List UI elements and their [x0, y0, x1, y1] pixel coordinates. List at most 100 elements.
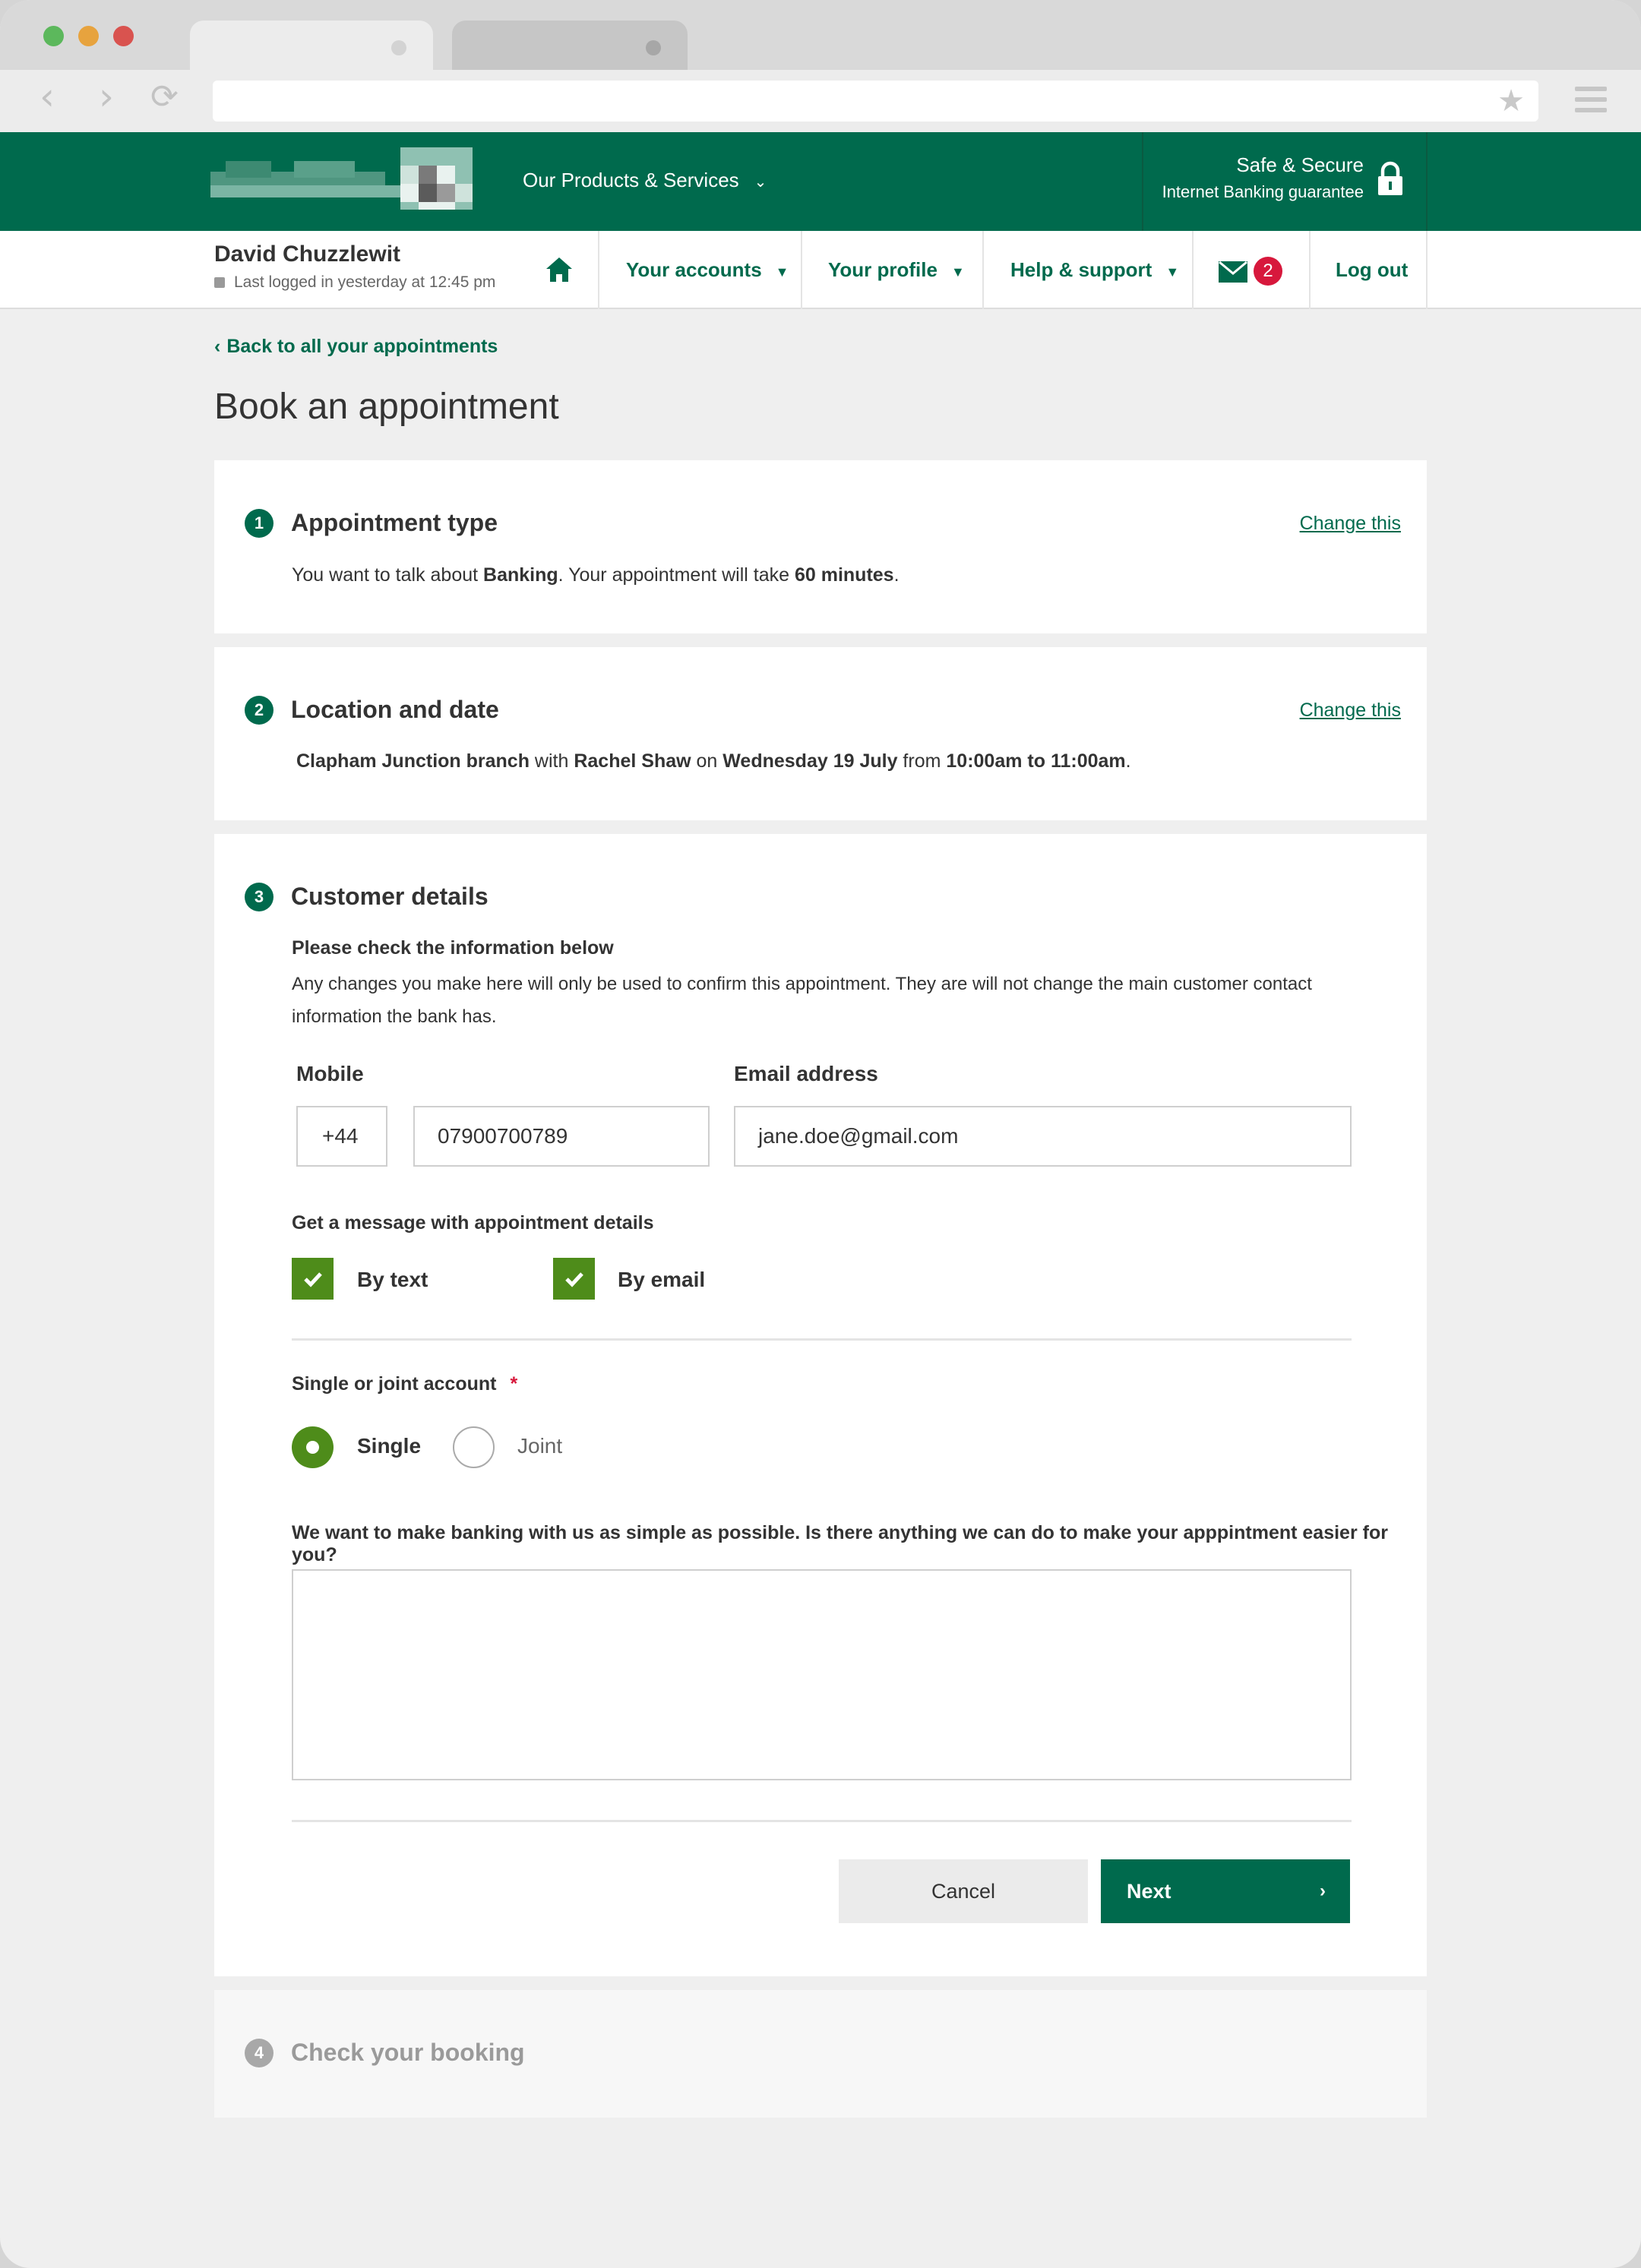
- single-account-radio[interactable]: [292, 1426, 334, 1468]
- user-name: David Chuzzlewit: [214, 242, 401, 267]
- country-code-field[interactable]: +44: [296, 1106, 387, 1167]
- step-number: 3: [245, 883, 274, 911]
- date-value: Wednesday 19 July: [722, 750, 898, 772]
- safe-secure-title: Safe & Secure: [1236, 153, 1364, 176]
- chevron-down-icon: ▼: [950, 264, 965, 280]
- messages-count-badge[interactable]: 2: [1254, 257, 1282, 286]
- chevron-down-icon: ▼: [775, 264, 789, 280]
- nav-divider: [598, 231, 599, 309]
- advisor-value: Rachel Shaw: [574, 750, 691, 772]
- forward-arrow-icon[interactable]: ›: [99, 77, 114, 115]
- step-number: 1: [245, 509, 274, 538]
- back-arrow-icon[interactable]: ‹: [40, 77, 55, 115]
- accessibility-textarea[interactable]: [292, 1569, 1352, 1780]
- required-marker: *: [510, 1373, 518, 1395]
- last-login-info: Last logged in yesterday at 12:45 pm: [214, 273, 495, 292]
- browser-tab-bar: [0, 0, 1641, 70]
- nav-divider: [801, 231, 802, 309]
- address-bar[interactable]: ★: [213, 81, 1538, 122]
- padlock-icon: [1378, 161, 1402, 195]
- step-number: 4: [245, 2039, 274, 2067]
- mail-icon[interactable]: [1219, 261, 1247, 283]
- cancel-button[interactable]: Cancel: [839, 1859, 1088, 1923]
- nav-your-accounts-label: Your accounts: [626, 258, 762, 281]
- step-check-booking: 4 Check your booking: [214, 1990, 1427, 2118]
- safe-secure-link[interactable]: Safe & Secure Internet Banking guarantee: [1142, 132, 1428, 231]
- nav-help-support-label: Help & support: [1010, 258, 1152, 281]
- nav-your-profile-label: Your profile: [828, 258, 937, 281]
- back-link-label: Back to all your appointments: [226, 336, 498, 357]
- products-services-label: Our Products & Services: [523, 169, 739, 191]
- time-value: 10:00am to 11:00am: [946, 750, 1126, 772]
- joint-account-radio[interactable]: [453, 1426, 495, 1468]
- page-title: Book an appointment: [214, 387, 559, 427]
- single-account-label: Single: [357, 1434, 422, 1458]
- chevron-right-icon: ›: [1320, 1881, 1326, 1901]
- nav-your-accounts[interactable]: Your accounts ▼: [626, 258, 789, 282]
- home-icon[interactable]: [545, 256, 574, 283]
- last-login-text: Last logged in yesterday at 12:45 pm: [234, 273, 496, 291]
- next-button-label: Next: [1127, 1880, 1171, 1903]
- browser-tab-inactive[interactable]: [452, 21, 688, 70]
- next-button[interactable]: Next ›: [1101, 1859, 1350, 1923]
- chevron-left-icon: ‹: [214, 336, 221, 357]
- appointment-type-summary: You want to talk about Banking. Your app…: [292, 564, 900, 586]
- site-header: Our Products & Services ⌄ Safe & Secure I…: [0, 132, 1641, 231]
- account-nav-bar: David Chuzzlewit Last logged in yesterda…: [0, 231, 1641, 309]
- check-info-text: Any changes you make here will only be u…: [292, 974, 1312, 1027]
- bookmark-star-icon[interactable]: ★: [1497, 84, 1525, 118]
- window-zoom-dot[interactable]: [78, 26, 99, 46]
- duration-value: 60 minutes: [794, 564, 894, 586]
- by-email-checkbox[interactable]: [553, 1258, 595, 1300]
- browser-window: ‹ › ⟳ ★ Our Products & Services ⌄ Safe &…: [0, 0, 1641, 2268]
- chevron-down-icon: ⌄: [754, 174, 767, 191]
- lock-icon: [214, 277, 225, 288]
- change-appointment-type-link[interactable]: Change this: [1300, 513, 1401, 535]
- email-label: Email address: [734, 1062, 878, 1085]
- email-field[interactable]: jane.doe@gmail.com: [734, 1106, 1352, 1167]
- nav-your-profile[interactable]: Your profile ▼: [828, 258, 965, 282]
- section-divider: [292, 1338, 1352, 1341]
- nav-divider: [1192, 231, 1194, 309]
- safe-secure-subtitle: Internet Banking guarantee: [1162, 182, 1364, 201]
- location-date-summary: Clapham Junction branch with Rachel Shaw…: [296, 750, 1131, 772]
- branch-value: Clapham Junction branch: [296, 750, 530, 772]
- nav-divider: [1426, 231, 1428, 309]
- by-text-checkbox[interactable]: [292, 1258, 334, 1300]
- bank-logo[interactable]: [210, 140, 473, 210]
- step-number: 2: [245, 696, 274, 725]
- joint-account-label: Joint: [517, 1434, 563, 1458]
- window-close-dot[interactable]: [113, 26, 134, 46]
- step-location-date: 2 Location and date Change this Clapham …: [214, 647, 1427, 820]
- by-text-label: By text: [357, 1268, 428, 1291]
- section-divider: [292, 1820, 1352, 1822]
- check-info-heading: Please check the information below: [292, 937, 614, 959]
- account-type-heading: Single or joint account *: [292, 1373, 518, 1395]
- tab-close-icon[interactable]: [646, 40, 661, 55]
- mobile-number-field[interactable]: 07900700789: [413, 1106, 710, 1167]
- by-email-label: By email: [618, 1268, 706, 1291]
- chevron-down-icon: ▼: [1165, 264, 1180, 280]
- logout-link[interactable]: Log out: [1336, 258, 1408, 282]
- mobile-label: Mobile: [296, 1062, 364, 1085]
- tab-close-icon[interactable]: [391, 40, 406, 55]
- browser-toolbar: ‹ › ⟳ ★: [0, 70, 1641, 132]
- step-title: Check your booking: [291, 2039, 525, 2066]
- message-preference-heading: Get a message with appointment details: [292, 1212, 654, 1234]
- accessibility-question: We want to make banking with us as simpl…: [292, 1522, 1388, 1565]
- step-title: Appointment type: [291, 509, 498, 536]
- window-minimize-dot[interactable]: [43, 26, 64, 46]
- back-to-appointments-link[interactable]: ‹ Back to all your appointments: [214, 336, 498, 358]
- change-location-date-link[interactable]: Change this: [1300, 700, 1401, 722]
- step-appointment-type: 1 Appointment type Change this You want …: [214, 460, 1427, 633]
- step-customer-details: 3 Customer details Please check the info…: [214, 834, 1427, 1976]
- products-services-menu[interactable]: Our Products & Services ⌄: [523, 169, 767, 192]
- nav-help-support[interactable]: Help & support ▼: [1010, 258, 1179, 282]
- step-title: Location and date: [291, 696, 499, 723]
- nav-divider: [982, 231, 984, 309]
- browser-tab-active[interactable]: [190, 21, 433, 70]
- topic-value: Banking: [483, 564, 558, 586]
- step-title: Customer details: [291, 883, 489, 910]
- browser-menu-icon[interactable]: [1575, 87, 1607, 118]
- reload-icon[interactable]: ⟳: [150, 81, 179, 114]
